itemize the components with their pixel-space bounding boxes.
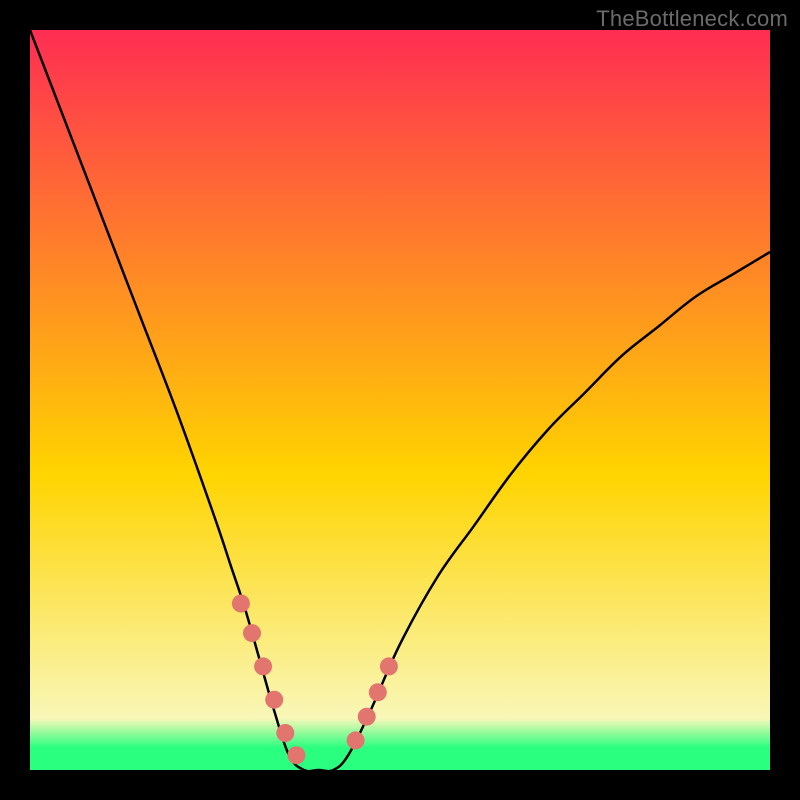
marker-dot: [276, 724, 294, 742]
marker-dot: [265, 691, 283, 709]
marker-dot: [347, 731, 365, 749]
frame: TheBottleneck.com: [0, 0, 800, 800]
bottleneck-chart: [30, 30, 770, 770]
marker-dot: [369, 683, 387, 701]
chart-svg: [30, 30, 770, 770]
marker-dot: [380, 657, 398, 675]
watermark-text: TheBottleneck.com: [596, 6, 788, 32]
marker-dot: [287, 746, 305, 764]
marker-dot: [243, 624, 261, 642]
marker-dot: [232, 595, 250, 613]
chart-background: [30, 30, 770, 770]
marker-dot: [254, 657, 272, 675]
marker-dot: [358, 708, 376, 726]
